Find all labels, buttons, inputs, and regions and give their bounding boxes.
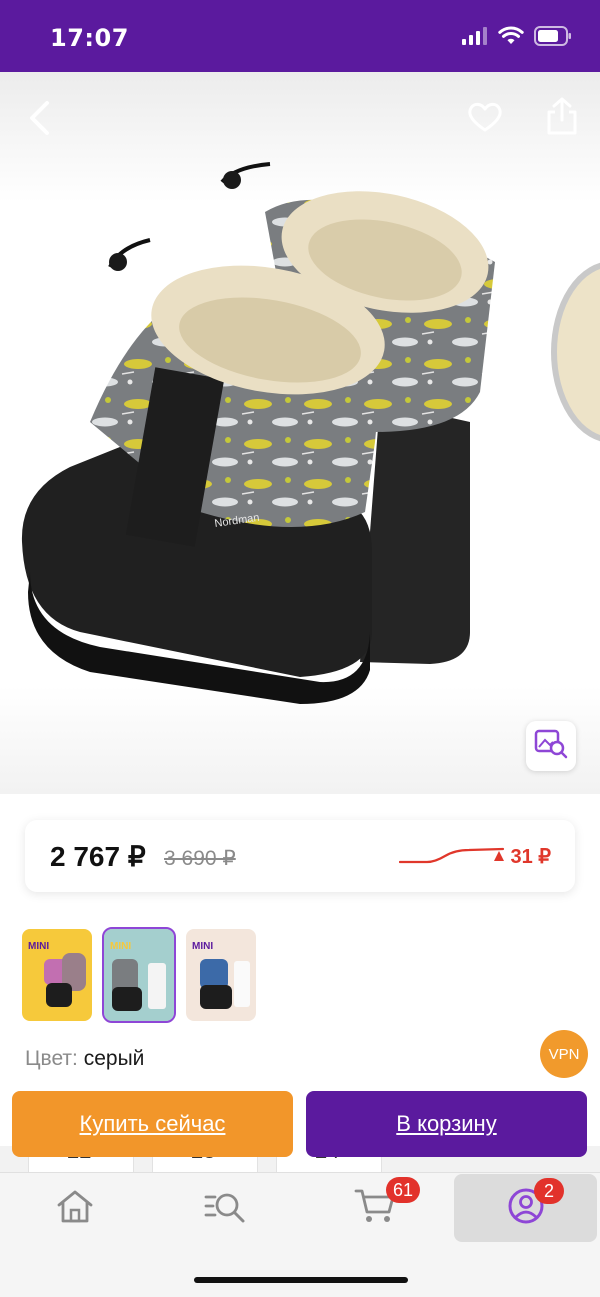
- home-icon: [55, 1188, 95, 1229]
- back-arrow-icon: [27, 100, 53, 141]
- share-button[interactable]: [541, 96, 583, 140]
- price-change: 31 ₽: [493, 844, 551, 869]
- status-icons: [462, 26, 572, 51]
- status-bar: 17:07: [0, 0, 600, 72]
- price-trend-chart: [399, 847, 505, 864]
- signal-icon: [462, 27, 488, 50]
- color-row: Цвет: серый: [25, 1047, 144, 1071]
- thumbnail-label: MINI: [28, 941, 50, 952]
- price-card[interactable]: 2 767 ₽ 3 690 ₽ 31 ₽: [25, 820, 575, 892]
- back-button[interactable]: [22, 98, 58, 142]
- tab-cart[interactable]: 61: [330, 1173, 421, 1243]
- color-value: серый: [83, 1047, 145, 1070]
- vpn-badge[interactable]: VPN: [540, 1030, 588, 1078]
- add-to-cart-button[interactable]: В корзину: [306, 1091, 587, 1157]
- price-change-value: 31 ₽: [510, 846, 551, 868]
- boots-illustration: Nordman: [21, 162, 600, 704]
- cart-count-badge: 61: [386, 1177, 421, 1203]
- triangle-up-icon: [493, 845, 505, 868]
- old-price: 3 690 ₽: [164, 847, 236, 870]
- tab-profile[interactable]: 2: [454, 1174, 597, 1242]
- current-price: 2 767 ₽: [50, 841, 146, 872]
- catalog-search-icon: [203, 1188, 247, 1229]
- image-search-icon: [534, 729, 568, 764]
- favorite-button[interactable]: [464, 98, 506, 140]
- thumbnail-label: MINI: [192, 941, 214, 952]
- product-image[interactable]: Nordman: [0, 72, 600, 794]
- heart-icon: [467, 101, 503, 138]
- buy-now-button[interactable]: Купить сейчас: [12, 1091, 293, 1157]
- wifi-icon: [498, 26, 524, 51]
- image-search-button[interactable]: [526, 721, 576, 771]
- thumbnail-label: MINI: [110, 941, 132, 952]
- variant-thumbnail[interactable]: MINI: [102, 927, 176, 1023]
- home-indicator: [194, 1277, 408, 1283]
- variant-thumbnail[interactable]: MINI: [186, 929, 256, 1021]
- variant-thumbnails: MINI MINI MINI: [22, 927, 256, 1023]
- battery-icon: [534, 26, 572, 51]
- tab-home[interactable]: [30, 1173, 120, 1243]
- profile-notification-badge: 2: [534, 1178, 564, 1204]
- share-icon: [545, 96, 579, 141]
- variant-thumbnail[interactable]: MINI: [22, 929, 92, 1021]
- color-label: Цвет:: [25, 1047, 78, 1070]
- tab-catalog[interactable]: [180, 1173, 270, 1243]
- status-time: 17:07: [50, 24, 129, 52]
